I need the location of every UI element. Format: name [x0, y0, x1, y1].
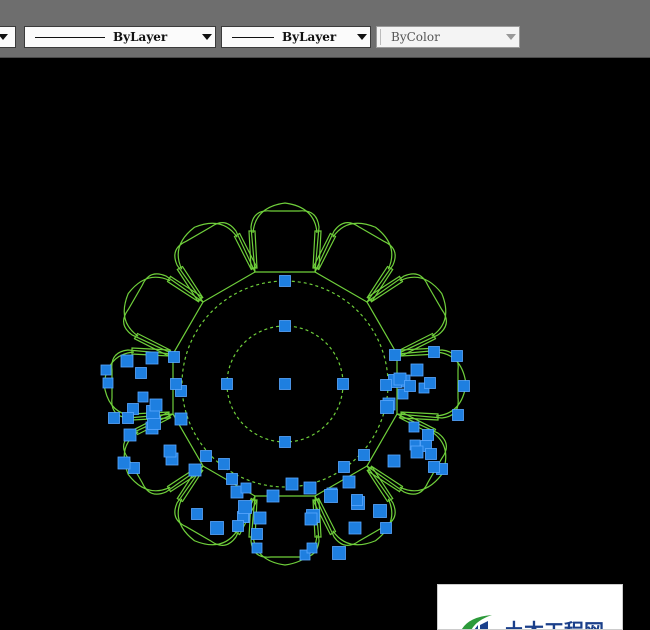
- selection-grip[interactable]: [303, 481, 317, 495]
- selection-grip[interactable]: [279, 320, 291, 332]
- selection-grip[interactable]: [135, 367, 147, 379]
- selection-grip[interactable]: [380, 379, 392, 391]
- lineweight-sample: [232, 36, 274, 38]
- selection-grip[interactable]: [279, 275, 291, 287]
- selection-grip[interactable]: [387, 454, 401, 468]
- watermark-logo: 土木工程网: [437, 584, 623, 630]
- chair-back: [123, 276, 171, 337]
- cad-drawing[interactable]: [0, 58, 650, 630]
- color-dropdown[interactable]: [0, 26, 16, 48]
- chair-back: [399, 276, 447, 337]
- chevron-down-icon[interactable]: [199, 27, 215, 47]
- selection-grip[interactable]: [170, 378, 182, 390]
- selection-grip[interactable]: [210, 521, 224, 535]
- selection-grip[interactable]: [338, 461, 350, 473]
- selection-grip[interactable]: [425, 448, 437, 460]
- plotstyle-value: ByColor: [391, 30, 440, 44]
- selection-grip[interactable]: [279, 378, 291, 390]
- chevron-down-icon[interactable]: [0, 27, 11, 47]
- chevron-down-icon[interactable]: [503, 27, 519, 47]
- selection-grip[interactable]: [304, 512, 318, 526]
- chair: [248, 202, 322, 273]
- selection-grip[interactable]: [120, 354, 134, 368]
- selection-grip[interactable]: [122, 412, 134, 424]
- selection-grip[interactable]: [428, 346, 440, 358]
- selection-grip[interactable]: [218, 458, 230, 470]
- chair-back: [177, 222, 238, 270]
- selection-grip[interactable]: [200, 450, 212, 462]
- selection-grip[interactable]: [174, 412, 188, 426]
- selection-grip[interactable]: [266, 489, 280, 503]
- selection-grip[interactable]: [226, 473, 238, 485]
- selection-grip[interactable]: [389, 349, 401, 361]
- drawing-canvas[interactable]: [0, 58, 650, 630]
- selection-grip[interactable]: [163, 444, 177, 458]
- chair-back: [177, 498, 238, 546]
- chair: [174, 222, 258, 303]
- selection-grip[interactable]: [168, 351, 180, 363]
- selection-grip[interactable]: [348, 521, 362, 535]
- selection-grip[interactable]: [238, 500, 252, 514]
- logo-icon: [461, 615, 492, 629]
- selection-grip[interactable]: [145, 351, 159, 365]
- selection-grip[interactable]: [123, 428, 137, 442]
- chair: [312, 222, 396, 303]
- chevron-down-icon[interactable]: [354, 27, 370, 47]
- selection-grip[interactable]: [279, 436, 291, 448]
- selection-grip[interactable]: [149, 398, 163, 412]
- selection-grip[interactable]: [458, 380, 470, 392]
- selection-grip[interactable]: [351, 494, 363, 506]
- selection-grip[interactable]: [452, 409, 464, 421]
- selection-grip[interactable]: [306, 542, 318, 554]
- selection-grip[interactable]: [337, 378, 349, 390]
- selection-grip[interactable]: [410, 445, 424, 459]
- selection-grip[interactable]: [408, 421, 420, 433]
- selection-grips: [100, 275, 470, 561]
- selection-grip[interactable]: [221, 378, 233, 390]
- lineweight-dropdown[interactable]: ByLayer: [221, 26, 371, 48]
- selection-grip[interactable]: [251, 542, 263, 554]
- selection-grip[interactable]: [422, 429, 434, 441]
- selection-grip[interactable]: [100, 364, 112, 376]
- selection-grip[interactable]: [188, 463, 202, 477]
- selection-grip[interactable]: [108, 412, 120, 424]
- selection-grip[interactable]: [285, 477, 299, 491]
- properties-toolbar: ByLayer ByLayer ByColor: [0, 0, 650, 58]
- selection-grip[interactable]: [191, 508, 203, 520]
- chair-back: [332, 222, 393, 270]
- selection-grip[interactable]: [251, 528, 263, 540]
- selection-grip[interactable]: [404, 380, 416, 392]
- selection-grip[interactable]: [240, 482, 252, 494]
- selection-grip[interactable]: [373, 504, 387, 518]
- chair: [123, 273, 204, 357]
- selection-grip[interactable]: [428, 461, 440, 473]
- selection-grip[interactable]: [332, 546, 346, 560]
- selection-grip[interactable]: [137, 391, 149, 403]
- selection-grip[interactable]: [380, 522, 392, 534]
- selection-grip[interactable]: [424, 377, 436, 389]
- selection-grip[interactable]: [253, 511, 267, 525]
- selection-grip[interactable]: [358, 449, 370, 461]
- selection-grip[interactable]: [102, 377, 114, 389]
- linetype-value: ByLayer: [113, 30, 168, 44]
- chair: [366, 273, 447, 357]
- linetype-sample: [35, 36, 105, 38]
- selection-grip[interactable]: [342, 475, 356, 489]
- selection-grip[interactable]: [380, 400, 394, 414]
- chair: [312, 465, 396, 546]
- watermark-text: 土木工程网: [504, 615, 604, 629]
- chair-back: [252, 202, 318, 234]
- selection-grip[interactable]: [324, 489, 338, 503]
- chair-seat: [250, 210, 320, 273]
- selection-grip[interactable]: [117, 456, 131, 470]
- selection-grip[interactable]: [232, 520, 244, 532]
- selection-grip[interactable]: [410, 363, 424, 377]
- selection-grip[interactable]: [451, 350, 463, 362]
- linetype-dropdown[interactable]: ByLayer: [24, 26, 216, 48]
- plotstyle-dropdown[interactable]: ByColor: [376, 26, 520, 48]
- lineweight-value: ByLayer: [282, 30, 337, 44]
- cad-window: ByLayer ByLayer ByColor: [0, 0, 650, 630]
